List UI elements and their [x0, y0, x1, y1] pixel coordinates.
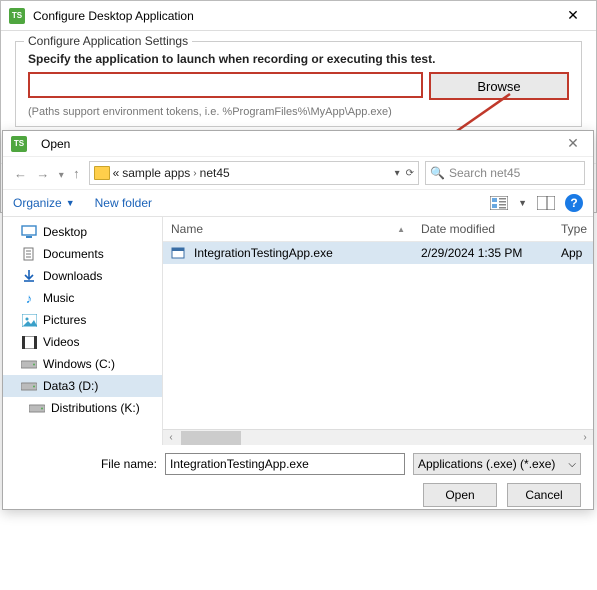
tree-item-downloads[interactable]: Downloads [3, 265, 162, 287]
open-title: Open [41, 137, 70, 151]
search-placeholder: Search net45 [449, 166, 520, 180]
search-icon: 🔍 [430, 166, 445, 180]
file-date: 2/29/2024 1:35 PM [413, 244, 553, 262]
organize-menu[interactable]: Organize [13, 196, 62, 210]
open-close-button[interactable]: ✕ [561, 135, 585, 152]
tree-item-videos[interactable]: Videos [3, 331, 162, 353]
preview-pane-button[interactable] [537, 196, 555, 210]
music-icon: ♪ [21, 291, 37, 305]
doc-icon [21, 247, 37, 261]
desktop-icon [21, 225, 37, 239]
file-list: Name ▲ Date modified Type IntegrationTes… [163, 217, 593, 445]
config-group-label: Configure Application Settings [24, 34, 192, 48]
file-type-filter[interactable]: Applications (.exe) (*.exe) ⌵ [413, 453, 581, 475]
tree-item-label: Music [43, 291, 74, 305]
filter-text: Applications (.exe) (*.exe) [418, 457, 555, 471]
forward-button[interactable]: → [36, 166, 49, 181]
breadcrumb-refresh[interactable]: ⟳ [406, 168, 414, 179]
scroll-right-icon[interactable]: › [577, 432, 593, 443]
breadcrumb-prefix: « [113, 166, 120, 180]
drive-icon [21, 379, 37, 393]
config-close-button[interactable]: ✕ [558, 7, 588, 24]
new-folder-button[interactable]: New folder [95, 196, 152, 210]
back-button[interactable]: ← [14, 166, 27, 181]
tree-item-label: Pictures [43, 313, 86, 327]
tree-item-label: Desktop [43, 225, 87, 239]
exe-file-icon [171, 246, 185, 260]
filename-input[interactable] [165, 453, 405, 475]
open-file-dialog: TS Open ✕ ← → ▾ ↑ « sample apps › net45 … [2, 130, 594, 510]
horizontal-scrollbar[interactable]: ‹ › [163, 429, 593, 445]
chevron-icon: › [193, 168, 196, 179]
col-date[interactable]: Date modified [413, 217, 553, 241]
browse-button[interactable]: Browse [429, 72, 569, 100]
tree-item-label: Windows (C:) [43, 357, 115, 371]
folder-icon [94, 166, 110, 180]
open-cancel-button[interactable]: Cancel [507, 483, 581, 507]
search-box[interactable]: 🔍 Search net45 [425, 161, 585, 185]
breadcrumb-seg2[interactable]: net45 [200, 166, 230, 180]
col-type[interactable]: Type [553, 217, 593, 241]
up-button[interactable]: ↑ [73, 166, 80, 181]
app-icon: TS [9, 8, 25, 24]
help-button[interactable]: ? [565, 194, 583, 212]
down-icon [21, 269, 37, 283]
filter-dropdown-icon: ⌵ [568, 459, 576, 470]
tree-item-label: Data3 (D:) [43, 379, 98, 393]
tree-item-distributions-k-[interactable]: Distributions (K:) [3, 397, 162, 419]
path-hint: (Paths support environment tokens, i.e. … [28, 106, 569, 118]
pic-icon [21, 313, 37, 327]
breadcrumb-seg1[interactable]: sample apps [122, 166, 190, 180]
nav-arrows: ← → ▾ ↑ [11, 166, 83, 181]
col-name[interactable]: Name [171, 222, 203, 236]
tree-item-desktop[interactable]: Desktop [3, 221, 162, 243]
recent-dropdown[interactable]: ▾ [59, 170, 64, 181]
breadcrumb-dropdown[interactable]: ▾ [395, 168, 400, 179]
filename-label: File name: [101, 457, 157, 471]
tree-item-label: Videos [43, 335, 79, 349]
file-type: App [553, 244, 593, 262]
config-title: Configure Desktop Application [33, 9, 194, 23]
breadcrumb[interactable]: « sample apps › net45 ▾ ⟳ [89, 161, 419, 185]
config-instruction: Specify the application to launch when r… [28, 52, 569, 66]
open-app-icon: TS [11, 136, 27, 152]
organize-dropdown-icon[interactable]: ▼ [66, 198, 75, 208]
vid-icon [21, 335, 37, 349]
tree-item-music[interactable]: ♪ Music [3, 287, 162, 309]
tree-item-windows-c-[interactable]: Windows (C:) [3, 353, 162, 375]
scroll-thumb[interactable] [181, 431, 241, 445]
tree-item-label: Downloads [43, 269, 102, 283]
view-mode-button[interactable] [490, 196, 508, 210]
file-row[interactable]: IntegrationTestingApp.exe 2/29/2024 1:35 … [163, 242, 593, 264]
column-headers[interactable]: Name ▲ Date modified Type [163, 217, 593, 242]
file-name: IntegrationTestingApp.exe [194, 246, 333, 260]
tree-item-documents[interactable]: Documents [3, 243, 162, 265]
tree-item-label: Distributions (K:) [51, 401, 140, 415]
open-button[interactable]: Open [423, 483, 497, 507]
tree-item-label: Documents [43, 247, 104, 261]
open-titlebar: TS Open ✕ [3, 131, 593, 157]
tree-item-data3-d-[interactable]: Data3 (D:) [3, 375, 162, 397]
scroll-left-icon[interactable]: ‹ [163, 432, 179, 443]
folder-tree[interactable]: Desktop Documents Downloads ♪ Music Pictures V… [3, 217, 163, 445]
drive-icon [29, 401, 45, 415]
config-titlebar: TS Configure Desktop Application ✕ [1, 1, 596, 31]
config-settings-group: Configure Application Settings Specify t… [15, 41, 582, 127]
app-path-input[interactable] [28, 72, 423, 98]
tree-item-pictures[interactable]: Pictures [3, 309, 162, 331]
view-dropdown-icon[interactable]: ▼ [518, 198, 527, 208]
sort-indicator-icon: ▲ [397, 225, 405, 234]
drive-icon [21, 357, 37, 371]
